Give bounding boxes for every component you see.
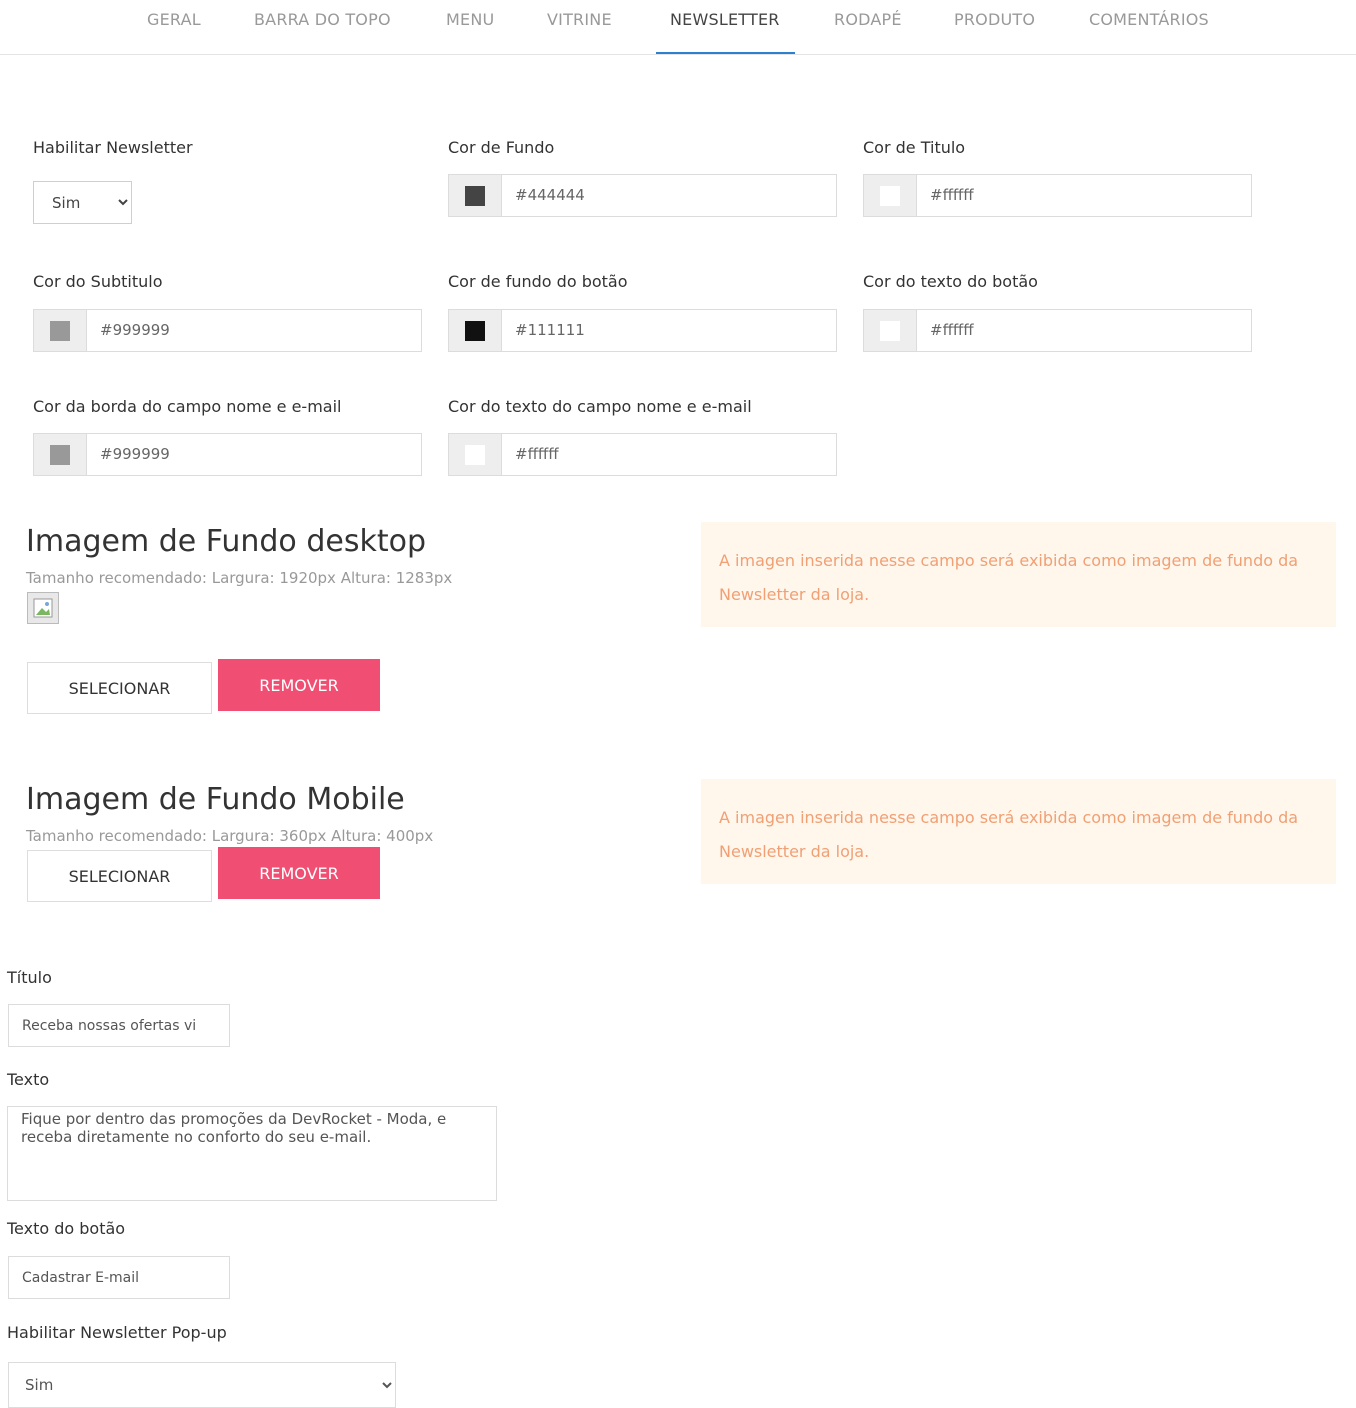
texto-label: Texto [7, 1070, 50, 1089]
cor-borda-campo-swatch-box[interactable] [34, 434, 87, 475]
cor-subtitulo-value: #999999 [100, 321, 170, 339]
texto-botao-label: Texto do botão [7, 1219, 126, 1238]
cor-fundo-value: #444444 [515, 186, 585, 204]
color-swatch-icon [465, 445, 485, 465]
texto-botao-input[interactable] [8, 1256, 230, 1299]
cor-fundo-swatch-box[interactable] [449, 175, 502, 216]
desktop-image-title: Imagem de Fundo desktop [26, 524, 426, 559]
cor-texto-campo-swatch-box[interactable] [449, 434, 502, 475]
cor-titulo-swatch-box[interactable] [864, 175, 917, 216]
tab-comentarios[interactable]: COMENTÁRIOS [1089, 10, 1209, 29]
cor-fundo-botao-swatch-box[interactable] [449, 310, 502, 351]
tab-barra-do-topo[interactable]: BARRA DO TOPO [254, 10, 391, 29]
texto-textarea[interactable]: Fique por dentro das promoções da DevRoc… [7, 1106, 497, 1201]
cor-texto-botao-value: #ffffff [930, 321, 974, 339]
cor-subtitulo-swatch-box[interactable] [34, 310, 87, 351]
cor-borda-campo-value: #999999 [100, 445, 170, 463]
cor-subtitulo-input[interactable]: #999999 [33, 309, 422, 352]
cor-titulo-label: Cor de Titulo [863, 138, 966, 157]
cor-fundo-botao-input[interactable]: #111111 [448, 309, 837, 352]
mobile-image-title: Imagem de Fundo Mobile [26, 782, 405, 817]
cor-texto-campo-value: #ffffff [515, 445, 559, 463]
color-swatch-icon [50, 445, 70, 465]
cor-titulo-input[interactable]: #ffffff [863, 174, 1252, 217]
cor-texto-botao-label: Cor do texto do botão [863, 272, 1038, 291]
desktop-select-button[interactable]: SELECIONAR [27, 662, 212, 714]
mobile-image-hint: Tamanho recomendado: Largura: 360px Altu… [26, 827, 434, 845]
cor-titulo-value: #ffffff [930, 186, 974, 204]
active-tab-indicator [656, 52, 795, 54]
color-swatch-icon [880, 321, 900, 341]
desktop-image-notice: A imagen inserida nesse campo será exibi… [701, 522, 1336, 627]
color-swatch-icon [465, 321, 485, 341]
tab-menu[interactable]: MENU [446, 10, 494, 29]
cor-borda-campo-input[interactable]: #999999 [33, 433, 422, 476]
mobile-image-notice: A imagen inserida nesse campo será exibi… [701, 779, 1336, 884]
titulo-input[interactable] [8, 1004, 230, 1047]
color-swatch-icon [465, 186, 485, 206]
habilitar-newsletter-select[interactable]: Sim [33, 181, 132, 224]
cor-fundo-botao-label: Cor de fundo do botão [448, 272, 628, 291]
cor-subtitulo-label: Cor do Subtitulo [33, 272, 163, 291]
tab-vitrine[interactable]: VITRINE [547, 10, 612, 29]
settings-tabs: GERAL BARRA DO TOPO MENU VITRINE NEWSLET… [0, 0, 1356, 55]
mobile-select-button[interactable]: SELECIONAR [27, 850, 212, 902]
desktop-remove-button[interactable]: REMOVER [218, 659, 380, 711]
habilitar-newsletter-label: Habilitar Newsletter [33, 138, 193, 157]
tab-produto[interactable]: PRODUTO [954, 10, 1035, 29]
cor-fundo-input[interactable]: #444444 [448, 174, 837, 217]
broken-image-icon [27, 592, 59, 624]
cor-texto-botao-input[interactable]: #ffffff [863, 309, 1252, 352]
tab-geral[interactable]: GERAL [147, 10, 201, 29]
cor-fundo-label: Cor de Fundo [448, 138, 555, 157]
color-swatch-icon [880, 186, 900, 206]
popup-label: Habilitar Newsletter Pop-up [7, 1323, 227, 1342]
tab-rodape[interactable]: RODAPÉ [834, 10, 902, 29]
cor-borda-campo-label: Cor da borda do campo nome e e-mail [33, 397, 342, 416]
mobile-remove-button[interactable]: REMOVER [218, 847, 380, 899]
cor-texto-botao-swatch-box[interactable] [864, 310, 917, 351]
cor-texto-campo-label: Cor do texto do campo nome e e-mail [448, 397, 752, 416]
cor-texto-campo-input[interactable]: #ffffff [448, 433, 837, 476]
desktop-image-hint: Tamanho recomendado: Largura: 1920px Alt… [26, 569, 453, 587]
titulo-label: Título [7, 968, 52, 987]
cor-fundo-botao-value: #111111 [515, 321, 585, 339]
color-swatch-icon [50, 321, 70, 341]
tab-newsletter[interactable]: NEWSLETTER [670, 10, 780, 29]
popup-select[interactable]: Sim [8, 1362, 396, 1408]
